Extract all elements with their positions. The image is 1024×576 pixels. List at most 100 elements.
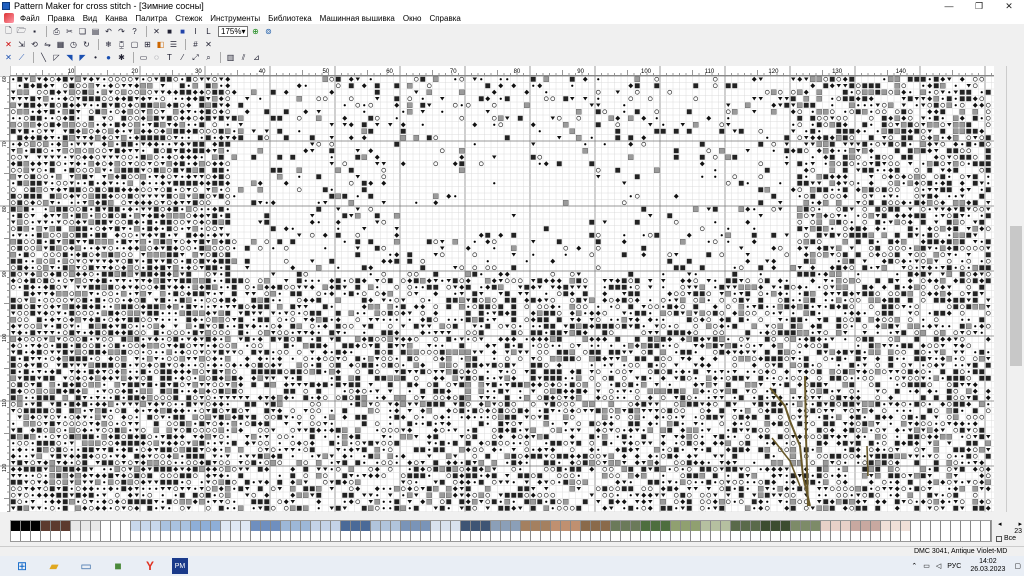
palette-slot[interactable]: [111, 531, 121, 541]
scrollbar-thumb[interactable]: [1010, 226, 1022, 366]
palette-slot[interactable]: [871, 531, 881, 541]
palette-swatch[interactable]: [481, 521, 491, 531]
palette-slot[interactable]: [341, 531, 351, 541]
palette-slot[interactable]: [401, 531, 411, 541]
palette-swatch[interactable]: [751, 521, 761, 531]
palette-swatch[interactable]: [221, 521, 231, 531]
windows-start-icon[interactable]: ⊞: [12, 558, 32, 574]
palette-slot[interactable]: [321, 531, 331, 541]
lasso-icon[interactable]: ◌: [151, 52, 162, 63]
rotate-icon[interactable]: ⟲: [29, 39, 40, 50]
network-icon[interactable]: ▭: [923, 562, 930, 570]
palette-slot[interactable]: [731, 531, 741, 541]
new-file-icon[interactable]: 🗋: [3, 26, 14, 37]
eyedropper-icon[interactable]: ⁄: [177, 52, 188, 63]
pattern-grid[interactable]: [10, 76, 994, 512]
folder-icon[interactable]: ▰: [44, 558, 64, 574]
palette-slot[interactable]: [11, 531, 21, 541]
palette-slot[interactable]: [311, 531, 321, 541]
palette-slot[interactable]: [281, 531, 291, 541]
palette-slot[interactable]: [521, 531, 531, 541]
palette-swatch[interactable]: [361, 521, 371, 531]
palette-slot[interactable]: [941, 531, 951, 541]
palette-slot[interactable]: [511, 531, 521, 541]
stitch-x-icon[interactable]: ✕: [151, 26, 162, 37]
open-file-icon[interactable]: 🗁: [16, 26, 27, 37]
palette-swatch[interactable]: [181, 521, 191, 531]
palette-swatch[interactable]: [141, 521, 151, 531]
palette-swatch[interactable]: [411, 521, 421, 531]
palette-swatch[interactable]: [971, 521, 981, 531]
palette-slot[interactable]: [971, 531, 981, 541]
palette-swatch[interactable]: [161, 521, 171, 531]
palette-slot[interactable]: [681, 531, 691, 541]
menu-edit[interactable]: Правка: [44, 14, 79, 23]
magnifier-icon[interactable]: ⌕: [203, 52, 214, 63]
palette-swatch[interactable]: [841, 521, 851, 531]
list-icon[interactable]: ☰: [168, 39, 179, 50]
palette-slot[interactable]: [441, 531, 451, 541]
palette-slot[interactable]: [191, 531, 201, 541]
palette-swatch[interactable]: [241, 521, 251, 531]
palette-slot[interactable]: [211, 531, 221, 541]
palette-swatch[interactable]: [171, 521, 181, 531]
palette-swatch[interactable]: [921, 521, 931, 531]
palette-swatch[interactable]: [261, 521, 271, 531]
rectangle-icon[interactable]: ▭: [138, 52, 149, 63]
palette-swatch[interactable]: [251, 521, 261, 531]
palette-swatch[interactable]: [961, 521, 971, 531]
palette-slot[interactable]: [291, 531, 301, 541]
palette-slot[interactable]: [131, 531, 141, 541]
palette-slot[interactable]: [551, 531, 561, 541]
palette-slot[interactable]: [561, 531, 571, 541]
palette-slot[interactable]: [571, 531, 581, 541]
undo-icon[interactable]: ↶: [103, 26, 114, 37]
palette-swatch[interactable]: [731, 521, 741, 531]
palette-slot[interactable]: [31, 531, 41, 541]
menu-tools[interactable]: Инструменты: [206, 14, 264, 23]
palette-swatch[interactable]: [91, 521, 101, 531]
palette-icon[interactable]: ◧: [155, 39, 166, 50]
palette-slot[interactable]: [601, 531, 611, 541]
wand-icon[interactable]: ⤢: [190, 52, 201, 63]
palette-slot[interactable]: [721, 531, 731, 541]
redo-icon[interactable]: ↷: [116, 26, 127, 37]
palette-swatch[interactable]: [661, 521, 671, 531]
clock[interactable]: 14:02 26.03.2023: [970, 558, 1005, 574]
palette-slot[interactable]: [831, 531, 841, 541]
palette-slot[interactable]: [771, 531, 781, 541]
close-button[interactable]: ✕: [994, 0, 1024, 12]
palette-slot[interactable]: [951, 531, 961, 541]
palette-swatch[interactable]: [721, 521, 731, 531]
palette-slot[interactable]: [161, 531, 171, 541]
menu-help[interactable]: Справка: [425, 14, 464, 23]
palette-swatch[interactable]: [311, 521, 321, 531]
palette-slot[interactable]: [451, 531, 461, 541]
palette-swatch[interactable]: [51, 521, 61, 531]
palette-slot[interactable]: [371, 531, 381, 541]
print-icon[interactable]: ⎙: [51, 26, 62, 37]
all-checkbox[interactable]: [996, 535, 1002, 542]
palette-slot[interactable]: [911, 531, 921, 541]
palette-slot[interactable]: [821, 531, 831, 541]
palette-slot[interactable]: [641, 531, 651, 541]
palette-slot[interactable]: [581, 531, 591, 541]
palette-slot[interactable]: [701, 531, 711, 541]
palette-swatch[interactable]: [601, 521, 611, 531]
palette-swatch[interactable]: [331, 521, 341, 531]
palette-swatch[interactable]: [631, 521, 641, 531]
palette-swatch[interactable]: [41, 521, 51, 531]
text-icon[interactable]: I: [190, 26, 201, 37]
split-icon[interactable]: ⧮: [116, 39, 127, 50]
palette-slot[interactable]: [391, 531, 401, 541]
palette-slot[interactable]: [491, 531, 501, 541]
palette-slot[interactable]: [41, 531, 51, 541]
palette-slot[interactable]: [591, 531, 601, 541]
special-stitch-icon[interactable]: ✱: [116, 52, 127, 63]
palette-slot[interactable]: [381, 531, 391, 541]
cube-icon[interactable]: ■: [108, 558, 128, 574]
palette-slot[interactable]: [691, 531, 701, 541]
palette-slot[interactable]: [781, 531, 791, 541]
palette-slot[interactable]: [61, 531, 71, 541]
menu-canvas[interactable]: Канва: [101, 14, 131, 23]
